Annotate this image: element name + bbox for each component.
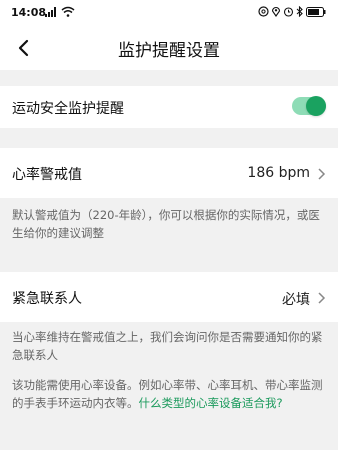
heart-rate-row[interactable]: 心率警戒值 186 bpm: [0, 148, 338, 198]
page-title: 监护提醒设置: [118, 41, 220, 61]
status-left-icons: [45, 6, 75, 17]
emergency-contact-row[interactable]: 紧急联系人 必填: [0, 272, 338, 322]
toggle-knob: [306, 96, 326, 116]
heart-rate-label: 心率警戒值: [12, 167, 82, 183]
emergency-contact-value: 必填: [282, 292, 310, 308]
device-note: 该功能需使用心率设备。例如心率带、心率耳机、带心率监测的手表手环运动内衣等。什么…: [12, 376, 326, 412]
at-icon: [258, 6, 269, 17]
alarm-icon: [283, 6, 294, 17]
battery-icon: [306, 6, 326, 17]
emergency-note: 当心率维持在警戒值之上，我们会询问你是否需要通知你的紧急联系人: [12, 330, 323, 362]
status-time: 14:08: [11, 6, 47, 19]
bluetooth-icon: [296, 6, 304, 17]
status-right-icons: [258, 6, 326, 17]
monitor-toggle-row: 运动安全监护提醒: [0, 86, 338, 128]
chevron-right-icon: [318, 292, 326, 304]
monitor-toggle-switch[interactable]: [292, 96, 326, 116]
heart-rate-value: 186 bpm: [247, 165, 310, 181]
signal-icon: [45, 6, 59, 17]
status-bar: 14:08: [0, 0, 338, 26]
location-icon: [271, 6, 281, 17]
wifi-icon: [61, 6, 75, 17]
chevron-right-icon: [318, 168, 326, 180]
heart-rate-note: 默认警戒值为（220-年龄），你可以根据你的实际情况，或医生给你的建议调整: [12, 208, 320, 240]
monitor-toggle-label: 运动安全监护提醒: [12, 101, 124, 117]
nav-bar: 监护提醒设置: [0, 26, 338, 70]
device-help-link[interactable]: 什么类型的心率设备适合我?: [139, 396, 283, 410]
emergency-contact-label: 紧急联系人: [12, 291, 82, 307]
